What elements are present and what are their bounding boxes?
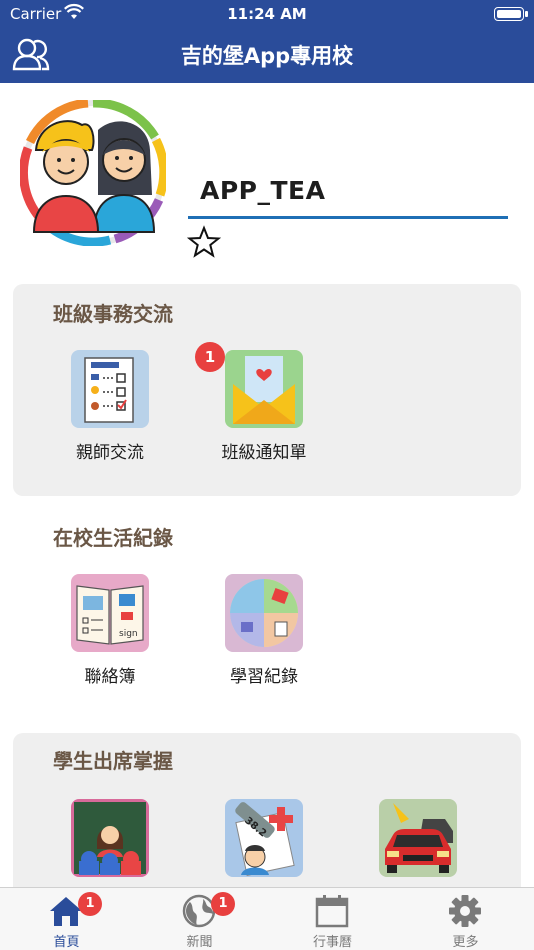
battery-icon bbox=[494, 7, 524, 21]
health-thermometer-icon: 38.2 bbox=[225, 799, 303, 877]
status-bar: Carrier 11:24 AM bbox=[0, 0, 534, 28]
tab-news[interactable]: 1 新聞 bbox=[133, 888, 266, 950]
section-class-affairs: 班級事務交流 親師交流 班級通知單 1 bbox=[13, 284, 521, 496]
section-title: 在校生活紀錄 bbox=[53, 526, 173, 550]
navigation-bar: Carrier 11:24 AM 吉的堡App專用校 bbox=[0, 0, 534, 83]
tab-label: 新聞 bbox=[186, 935, 213, 950]
tab-label: 行事曆 bbox=[312, 935, 352, 950]
page-title: 吉的堡App專用校 bbox=[180, 44, 354, 68]
svg-text:sign: sign bbox=[119, 629, 138, 639]
tab-bar: 1 首頁 1 新聞 行事曆 更多 bbox=[0, 887, 534, 950]
tile-attendance-1[interactable] bbox=[50, 799, 170, 887]
tab-badge: 1 bbox=[78, 892, 102, 916]
tab-label: 首頁 bbox=[53, 935, 80, 950]
car-icon bbox=[379, 799, 457, 877]
tab-calendar[interactable]: 行事曆 bbox=[266, 888, 399, 950]
tile-class-notice[interactable]: 班級通知單 bbox=[204, 350, 324, 463]
tile-label: 班級通知單 bbox=[221, 443, 307, 463]
tile-label: 聯絡簿 bbox=[84, 667, 136, 687]
gear-icon bbox=[449, 895, 481, 927]
checklist-icon bbox=[71, 350, 149, 428]
tile-learning-record[interactable]: 學習紀錄 bbox=[204, 574, 324, 687]
tab-home[interactable]: 1 首頁 bbox=[0, 888, 133, 950]
section-attendance: 學生出席掌握 38.2 bbox=[13, 733, 521, 903]
section-school-life: 在校生活紀錄 sign 聯絡簿 學習紀錄 bbox=[13, 510, 521, 710]
tab-label: 更多 bbox=[452, 935, 479, 950]
tile-attendance-2[interactable]: 38.2 bbox=[204, 799, 324, 887]
username-underline bbox=[188, 216, 508, 219]
tile-label: 親師交流 bbox=[76, 443, 144, 463]
clock: 11:24 AM bbox=[227, 5, 307, 23]
tab-badge: 1 bbox=[211, 892, 235, 916]
classroom-icon bbox=[71, 799, 149, 877]
notebook-icon: sign bbox=[71, 574, 149, 652]
tile-label: 學習紀錄 bbox=[230, 667, 298, 687]
battery-tip bbox=[525, 11, 528, 17]
favorite-star-icon[interactable] bbox=[187, 225, 221, 259]
tile-contact-book[interactable]: sign 聯絡簿 bbox=[50, 574, 170, 687]
tile-attendance-3[interactable] bbox=[358, 799, 478, 887]
section-title: 班級事務交流 bbox=[53, 302, 173, 326]
tab-more[interactable]: 更多 bbox=[399, 888, 532, 950]
calendar-icon bbox=[315, 895, 349, 928]
envelope-icon bbox=[225, 350, 303, 428]
tile-parent-teacher[interactable]: 親師交流 bbox=[50, 350, 170, 463]
avatar[interactable] bbox=[20, 100, 166, 246]
username: APP_TEA bbox=[200, 176, 326, 205]
notice-badge: 1 bbox=[195, 342, 225, 372]
learning-record-icon bbox=[225, 574, 303, 652]
section-title: 學生出席掌握 bbox=[53, 749, 173, 773]
